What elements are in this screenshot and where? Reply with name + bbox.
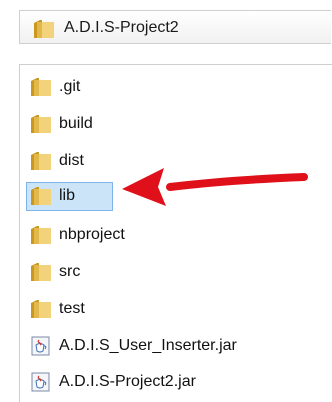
file-list: .git build dist lib nbproject src test A…: [19, 64, 332, 402]
path-bar[interactable]: A.D.I.S-Project2: [19, 10, 331, 44]
jar-file-icon: [30, 372, 52, 392]
list-item-label: test: [59, 300, 85, 317]
folder-icon: [30, 114, 52, 134]
folder-icon: [30, 262, 52, 282]
file-browser-screenshot: A.D.I.S-Project2 .git build dist lib nbp…: [0, 0, 332, 402]
list-item-label: A.D.I.S-Project2.jar: [59, 373, 196, 390]
list-item-label: lib: [59, 187, 76, 204]
list-item-label: build: [59, 115, 93, 132]
list-item-label: A.D.I.S_User_Inserter.jar: [59, 337, 237, 354]
list-item-label: dist: [59, 152, 84, 169]
path-bar-label: A.D.I.S-Project2: [64, 19, 179, 36]
list-item-lib[interactable]: lib: [26, 182, 113, 211]
list-item-label: src: [59, 263, 81, 280]
folder-icon: [30, 186, 52, 206]
red-arrow-icon: [118, 160, 310, 210]
list-item-label: nbproject: [59, 226, 125, 243]
folder-icon: [30, 77, 52, 97]
folder-icon: [30, 225, 52, 245]
list-item-label: .git: [59, 78, 81, 95]
folder-icon: [33, 19, 55, 39]
jar-file-icon: [30, 336, 52, 356]
folder-icon: [30, 299, 52, 319]
folder-icon: [30, 151, 52, 171]
